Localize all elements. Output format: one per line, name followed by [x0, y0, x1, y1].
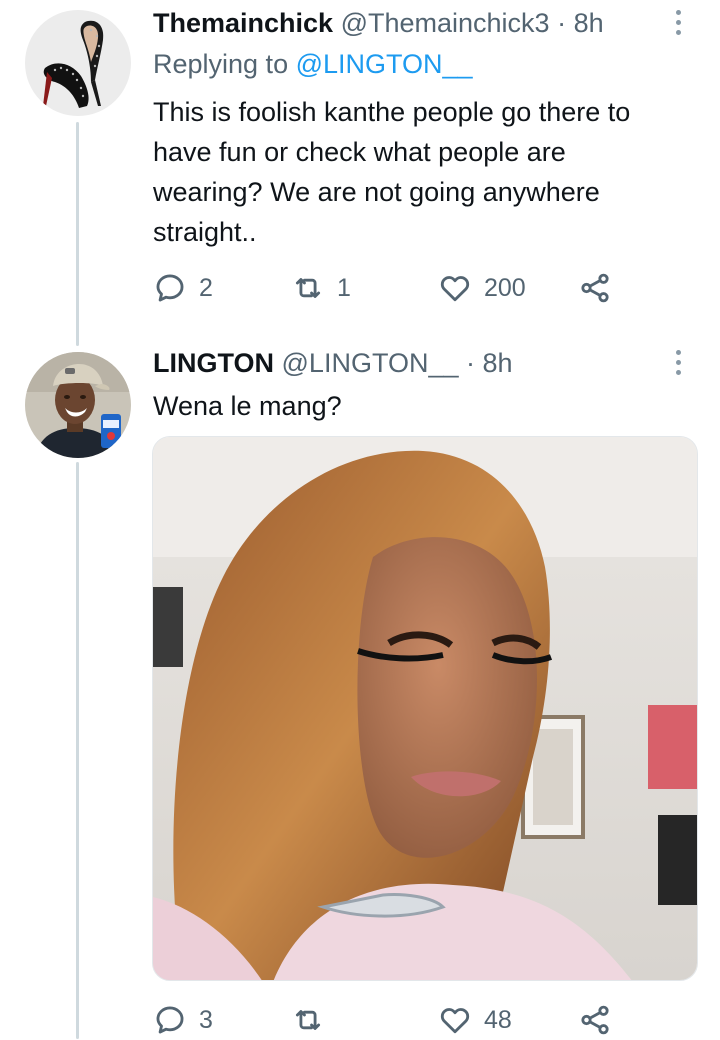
tweet-media-photo[interactable]: [152, 436, 698, 981]
retweet-count: 1: [337, 273, 351, 302]
tweet-header: LINGTON @LINGTON__ · 8h: [153, 348, 513, 379]
tweet-text: This is foolish kanthe people go there t…: [153, 97, 631, 247]
tweet-actions: 3 48: [153, 1000, 623, 1040]
avatar-man-in-cap-image: [25, 352, 131, 458]
share-icon: [581, 273, 609, 303]
avatar-high-heels-image: [25, 10, 131, 116]
replying-to: Replying to @LINGTON__: [153, 49, 473, 80]
tweet-header: Themainchick @Themainchick3 · 8h: [153, 8, 604, 39]
heart-icon: [440, 1008, 470, 1034]
timestamp[interactable]: 8h: [483, 348, 513, 378]
thread-line: [76, 462, 79, 1039]
reply-icon: [156, 1006, 184, 1034]
like-button[interactable]: 200: [438, 268, 526, 308]
share-icon: [581, 1005, 609, 1035]
like-count: 48: [484, 1005, 512, 1034]
reply-count: 3: [199, 1005, 213, 1034]
meta-separator: ·: [557, 8, 567, 38]
display-name[interactable]: Themainchick: [153, 8, 333, 38]
share-button[interactable]: [578, 1000, 612, 1040]
user-handle[interactable]: @LINGTON__: [282, 348, 459, 378]
more-icon[interactable]: [676, 350, 682, 380]
replying-to-label: Replying to: [153, 49, 289, 79]
share-button[interactable]: [578, 268, 612, 308]
like-count: 200: [484, 273, 526, 302]
meta-separator: ·: [466, 348, 475, 378]
selfie-photo: [153, 437, 697, 980]
thread-line: [76, 122, 79, 346]
tweet-actions: 2 1 200: [153, 268, 623, 308]
heart-icon: [440, 276, 470, 302]
tweet-text: Wena le mang?: [153, 391, 342, 421]
reply-button[interactable]: 2: [153, 268, 213, 308]
reply-icon: [156, 274, 184, 302]
retweet-icon: [295, 278, 321, 298]
reply-count: 2: [199, 273, 213, 302]
avatar[interactable]: [25, 10, 131, 116]
timestamp[interactable]: 8h: [574, 8, 604, 38]
avatar[interactable]: [25, 352, 131, 458]
display-name[interactable]: LINGTON: [153, 348, 274, 378]
like-button[interactable]: 48: [438, 1000, 512, 1040]
retweet-button[interactable]: [291, 1000, 337, 1040]
user-handle[interactable]: @Themainchick3: [341, 8, 550, 38]
reply-button[interactable]: 3: [153, 1000, 213, 1040]
more-icon[interactable]: [676, 10, 682, 40]
replying-to-handle[interactable]: @LINGTON__: [296, 49, 473, 79]
retweet-button[interactable]: 1: [291, 268, 351, 308]
retweet-icon: [295, 1010, 321, 1030]
